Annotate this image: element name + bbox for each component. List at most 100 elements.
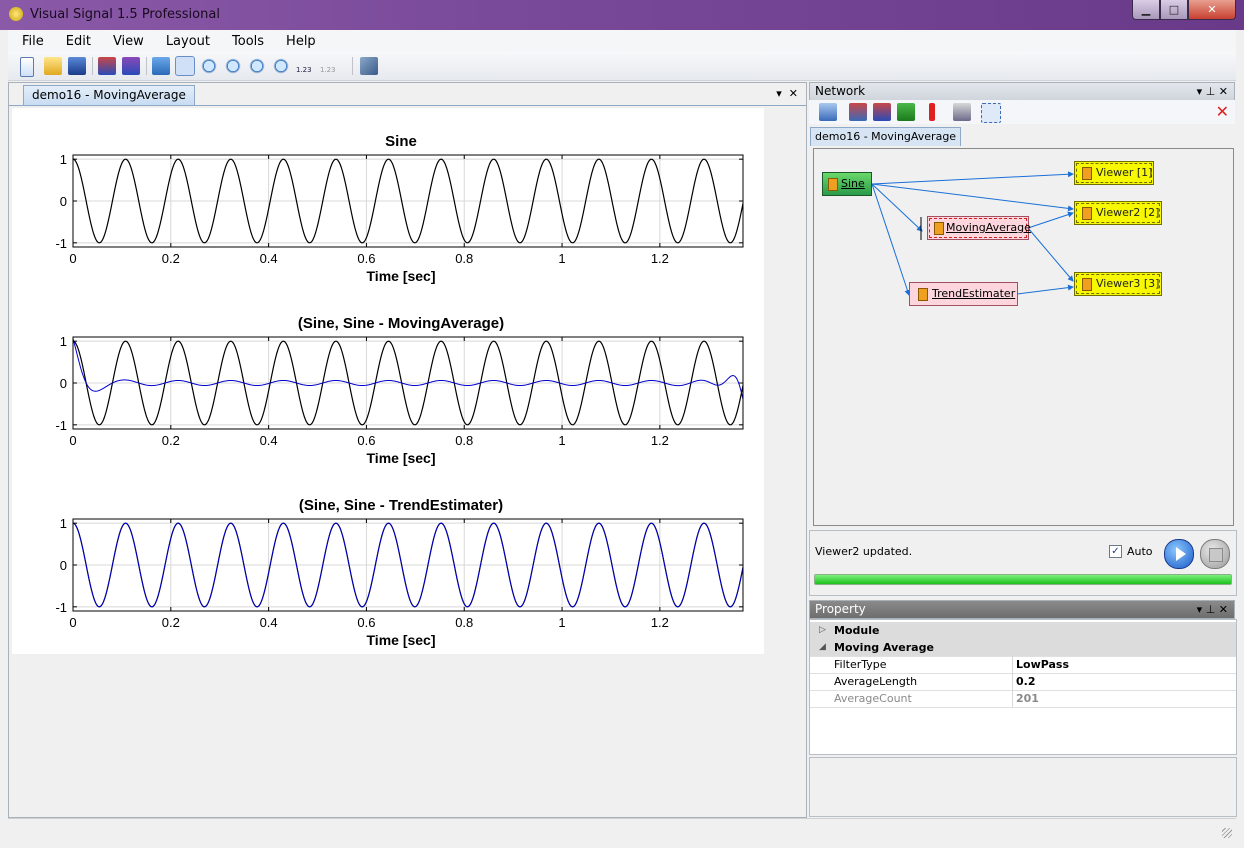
tools-icon[interactable]	[360, 57, 378, 75]
status-message: Viewer2 updated.	[815, 545, 913, 558]
network-links	[871, 171, 1074, 296]
y-tick-label: 0	[60, 194, 67, 209]
module-icon	[828, 178, 838, 191]
property-value: 201	[1016, 692, 1039, 705]
zoom-fit-icon[interactable]	[224, 57, 242, 75]
x-tick-label: 1	[558, 433, 565, 448]
property-row-averagecount: AverageCount 201	[810, 690, 1236, 708]
tab-divider	[9, 105, 806, 106]
signal-view-icon[interactable]	[98, 57, 116, 75]
new-document-icon[interactable]	[20, 57, 34, 77]
y-tick-label: -1	[55, 236, 67, 251]
zoom-out-icon[interactable]	[200, 57, 218, 75]
zoom-area-icon[interactable]	[248, 57, 266, 75]
node-viewer3[interactable]: Viewer3 [3]	[1074, 272, 1162, 296]
link-movingaverage-viewer3	[1027, 227, 1074, 282]
y-tick-label: 0	[60, 376, 67, 391]
delete-icon[interactable]: ✕	[1216, 102, 1229, 121]
excel-export-icon[interactable]	[897, 103, 915, 121]
category-label: Moving Average	[834, 641, 934, 654]
stop-button[interactable]	[1200, 539, 1230, 569]
y-tick-label: 1	[60, 516, 67, 531]
save-icon[interactable]	[68, 57, 86, 75]
auto-label: Auto	[1127, 545, 1153, 558]
node-viewer1[interactable]: Viewer [1]	[1074, 161, 1154, 185]
minimize-icon: ▁	[1141, 3, 1151, 16]
signal-copy-icon[interactable]	[122, 57, 140, 75]
x-axis-label: Time [sec]	[367, 450, 436, 466]
menu-tools[interactable]: Tools	[232, 34, 264, 49]
menu-bar: File Edit View Layout Tools Help	[8, 30, 1236, 52]
node-sine[interactable]: Sine	[822, 172, 872, 196]
alert-icon[interactable]	[929, 103, 935, 121]
pane-controls[interactable]: ▾ ⊥ ✕	[1197, 83, 1228, 100]
category-module[interactable]: ▷ Module	[810, 622, 1236, 640]
node-trend-label: TrendEstimater	[932, 287, 1016, 300]
title-bar[interactable]: Visual Signal 1.5 Professional ▁ □ ✕	[0, 0, 1244, 30]
link-movingaverage-viewer2	[1027, 211, 1074, 229]
node-viewer1-label: Viewer [1]	[1096, 166, 1153, 179]
category-moving-average[interactable]: ◢ Moving Average	[810, 639, 1236, 657]
network-pane-header[interactable]: Network ▾ ⊥ ✕	[809, 82, 1235, 101]
minimize-button[interactable]: ▁	[1132, 0, 1160, 20]
axis-scale-icon[interactable]: 1.23	[296, 57, 314, 75]
home-icon[interactable]	[152, 57, 170, 75]
y-tick-label: -1	[55, 600, 67, 615]
property-description	[809, 757, 1237, 817]
menu-help[interactable]: Help	[286, 34, 316, 49]
collapse-icon[interactable]: ◢	[819, 639, 826, 656]
clone-icon[interactable]	[953, 103, 971, 121]
progress-bar	[814, 574, 1232, 585]
menu-layout[interactable]: Layout	[166, 34, 210, 49]
plot-area[interactable]: Sine 0 0.2 0.4 0.6 0.8 1 1.2 1 0 -1 Time [sec] (Sine…	[12, 108, 764, 654]
auto-checkbox[interactable]: ✓	[1109, 545, 1122, 558]
signal-module-icon[interactable]	[873, 103, 891, 121]
menu-edit[interactable]: Edit	[66, 34, 91, 49]
x-tick-label: 0.2	[162, 251, 180, 266]
zoom-point-icon[interactable]	[272, 57, 290, 75]
run-button[interactable]	[1164, 539, 1194, 569]
close-tab-icon[interactable]: ✕	[789, 87, 798, 100]
add-module-icon[interactable]	[819, 103, 837, 121]
property-value[interactable]: 0.2	[1016, 673, 1036, 690]
toolbar-separator	[352, 57, 353, 75]
module-icon	[1082, 278, 1092, 291]
tab-demo16[interactable]: demo16 - MovingAverage	[23, 85, 195, 105]
select-area-icon[interactable]	[981, 103, 1001, 123]
copy-module-icon[interactable]	[849, 103, 867, 121]
module-icon	[918, 288, 928, 301]
node-trend-estimater[interactable]: TrendEstimater	[909, 282, 1018, 306]
menu-file[interactable]: File	[22, 34, 44, 49]
tab-dropdown-icon[interactable]: ▾	[776, 87, 782, 100]
link-sine-viewer2	[871, 183, 1074, 212]
menu-view[interactable]: View	[113, 34, 144, 49]
property-row-averagelength[interactable]: AverageLength 0.2	[810, 673, 1236, 691]
open-folder-icon[interactable]	[44, 57, 62, 75]
property-key: AverageLength	[834, 675, 918, 688]
toolbar-separator	[146, 57, 147, 75]
close-icon: ✕	[1207, 3, 1217, 16]
network-title: Network	[815, 84, 866, 98]
network-tab-demo16[interactable]: demo16 - MovingAverage	[810, 127, 962, 146]
maximize-button[interactable]: □	[1160, 0, 1188, 20]
network-canvas[interactable]: Sine MovingAverage TrendEstimater Viewer…	[813, 148, 1234, 526]
module-icon	[1082, 167, 1092, 180]
close-window-button[interactable]: ✕	[1188, 0, 1236, 20]
x-tick-label: 0.2	[162, 615, 180, 630]
x-tick-label: 1	[558, 251, 565, 266]
node-viewer2-label: Viewer2 [2]	[1096, 206, 1160, 219]
zoom-in-icon[interactable]	[175, 56, 195, 76]
node-moving-average[interactable]: MovingAverage	[927, 216, 1031, 240]
resize-grip[interactable]	[1222, 828, 1232, 838]
pane-controls[interactable]: ▾ ⊥ ✕	[1197, 601, 1228, 618]
x-axis-label: Time [sec]	[367, 632, 436, 648]
property-row-filtertype[interactable]: FilterType LowPass	[810, 656, 1236, 674]
node-viewer2[interactable]: Viewer2 [2]	[1074, 201, 1162, 225]
property-pane-header[interactable]: Property ▾ ⊥ ✕	[809, 600, 1235, 619]
toolbar-separator	[92, 57, 93, 75]
property-key: FilterType	[834, 658, 887, 671]
property-value[interactable]: LowPass	[1016, 656, 1069, 673]
expand-icon[interactable]: ▷	[819, 622, 826, 639]
property-title: Property	[815, 602, 866, 616]
y-tick-label: 0	[60, 558, 67, 573]
